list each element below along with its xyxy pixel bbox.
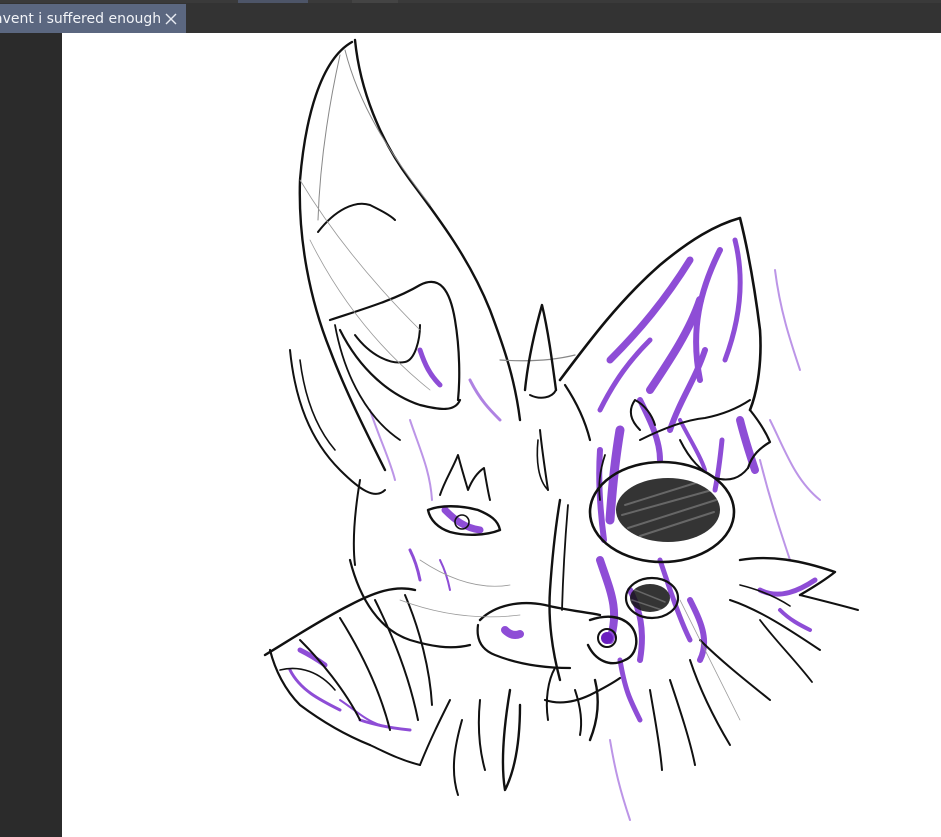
document-tab-title: avent i suffered enough	[0, 10, 162, 27]
toolbar-indicator	[352, 0, 398, 3]
left-panel	[0, 33, 62, 837]
drawing-canvas[interactable]	[62, 33, 941, 837]
close-icon[interactable]	[164, 11, 178, 25]
document-tab[interactable]: avent i suffered enough	[0, 4, 186, 33]
document-tab-bar: avent i suffered enough	[0, 0, 941, 33]
bat-creature-sketch	[263, 38, 859, 821]
line-art	[263, 38, 859, 796]
drawing-app-window: avent i suffered enough	[0, 0, 941, 837]
toolbar-strip	[0, 0, 941, 3]
toolbar-indicator	[238, 0, 308, 3]
